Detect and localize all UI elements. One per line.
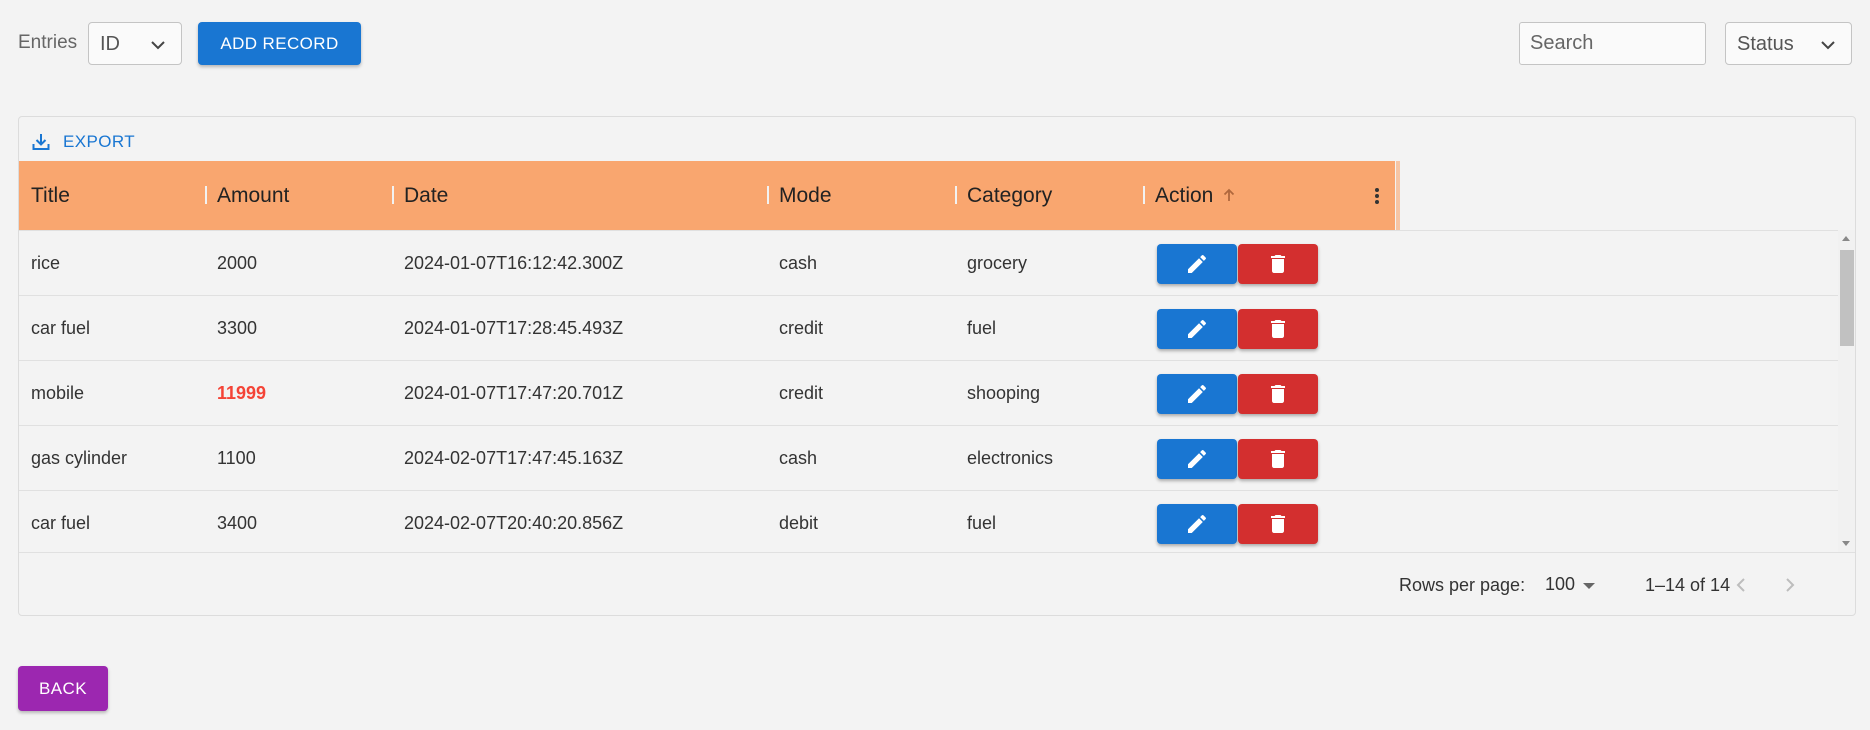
entries-label: Entries [18, 32, 78, 53]
column-header-date[interactable]: Date [392, 161, 767, 230]
cell-mode: cash [779, 448, 818, 468]
cell-amount: 2000 [217, 253, 258, 273]
cell-amount: 3400 [217, 513, 258, 533]
entries-select[interactable]: ID [88, 22, 182, 65]
column-header-mode[interactable]: Mode [767, 161, 955, 230]
column-menu-icon[interactable] [1374, 187, 1380, 205]
cell-amount: 3300 [217, 318, 258, 338]
grid-body: rice 2000 2024-01-07T16:12:42.300Z cash … [19, 230, 1839, 552]
cell-amount: 1100 [217, 448, 256, 468]
delete-button[interactable] [1238, 244, 1318, 284]
cell-category: grocery [967, 253, 1028, 273]
cell-date: 2024-02-07T20:40:20.856Z [404, 513, 624, 533]
grid-footer: Rows per page: 100 1–14 of 14 [19, 552, 1855, 615]
delete-button[interactable] [1238, 374, 1318, 414]
cell-title: rice [31, 253, 61, 273]
column-header-title[interactable]: Title [19, 161, 205, 230]
column-separator[interactable] [1396, 161, 1400, 230]
delete-button[interactable] [1238, 309, 1318, 349]
previous-page-icon[interactable] [1730, 573, 1752, 597]
edit-button[interactable] [1157, 439, 1237, 479]
cell-mode: cash [779, 253, 818, 273]
rows-per-page-label: Rows per page: [1399, 575, 1526, 595]
edit-button[interactable] [1157, 504, 1237, 544]
download-icon [32, 134, 50, 150]
cell-date: 2024-02-07T17:47:45.163Z [404, 448, 624, 468]
edit-button[interactable] [1157, 309, 1237, 349]
edit-button[interactable] [1157, 374, 1237, 414]
cell-category: fuel [967, 318, 997, 338]
pencil-icon [1188, 514, 1207, 533]
chevron-down-icon [1821, 41, 1835, 50]
edit-button[interactable] [1157, 244, 1237, 284]
cell-category: fuel [967, 513, 997, 533]
vertical-scrollbar[interactable] [1838, 230, 1855, 552]
status-select[interactable]: Status [1725, 22, 1852, 65]
cell-title: mobile [31, 383, 85, 403]
pencil-icon [1188, 254, 1207, 273]
caret-down-icon[interactable] [1583, 583, 1595, 589]
toolbar: Entries ID ADD RECORD Status [18, 22, 1852, 65]
chevron-down-icon [151, 41, 165, 50]
cell-category: shooping [967, 383, 1041, 403]
pencil-icon [1188, 449, 1207, 468]
pencil-icon [1188, 384, 1207, 403]
cell-title: car fuel [31, 513, 91, 533]
scrollbar-thumb[interactable] [1840, 250, 1854, 346]
table-row[interactable]: car fuel 3400 2024-02-07T20:40:20.856Z d… [19, 491, 1839, 552]
cell-mode: credit [779, 383, 824, 403]
column-header-amount[interactable]: Amount [205, 161, 392, 230]
table-row[interactable]: mobile 11999 2024-01-07T17:47:20.701Z cr… [19, 361, 1839, 426]
add-record-button[interactable]: ADD RECORD [198, 22, 361, 65]
status-select-value: Status [1737, 33, 1794, 55]
cell-title: car fuel [31, 318, 91, 338]
export-button[interactable]: EXPORT [31, 132, 135, 152]
column-header-action[interactable]: Action [1143, 161, 1373, 230]
scroll-down-arrow[interactable] [1842, 541, 1850, 546]
table-row[interactable]: rice 2000 2024-01-07T16:12:42.300Z cash … [19, 231, 1839, 296]
cell-title: gas cylinder [31, 448, 128, 468]
column-header-action-label: Action [1155, 184, 1214, 207]
cell-date: 2024-01-07T17:28:45.493Z [404, 318, 624, 338]
cell-mode: debit [779, 513, 819, 533]
back-button[interactable]: BACK [18, 666, 108, 711]
entries-select-value: ID [100, 33, 120, 55]
pencil-icon [1188, 319, 1207, 338]
cell-date: 2024-01-07T17:47:20.701Z [404, 383, 624, 403]
search-input[interactable] [1519, 22, 1706, 65]
table-row[interactable]: car fuel 3300 2024-01-07T17:28:45.493Z c… [19, 296, 1839, 361]
cell-category: electronics [967, 448, 1054, 468]
trash-icon [1271, 450, 1285, 468]
trash-icon [1271, 320, 1285, 338]
column-header-category[interactable]: Category [955, 161, 1143, 230]
data-grid: EXPORT Title Amount Date Mode Category A… [18, 116, 1856, 616]
scroll-up-arrow[interactable] [1842, 236, 1850, 241]
export-label: EXPORT [63, 132, 135, 151]
arrow-up-icon[interactable] [1221, 187, 1237, 203]
trash-icon [1271, 385, 1285, 403]
cell-mode: credit [779, 318, 824, 338]
delete-button[interactable] [1238, 439, 1318, 479]
table-row[interactable]: gas cylinder 1100 2024-02-07T17:47:45.16… [19, 426, 1839, 491]
delete-button[interactable] [1238, 504, 1318, 544]
cell-amount: 11999 [217, 383, 267, 403]
pagination-range: 1–14 of 14 [1645, 575, 1731, 595]
trash-icon [1271, 515, 1285, 533]
next-page-icon[interactable] [1779, 573, 1801, 597]
cell-date: 2024-01-07T16:12:42.300Z [404, 253, 624, 273]
grid-header: Title Amount Date Mode Category Action [19, 161, 1395, 230]
rows-per-page-select[interactable]: 100 [1545, 574, 1575, 595]
trash-icon [1271, 255, 1285, 273]
